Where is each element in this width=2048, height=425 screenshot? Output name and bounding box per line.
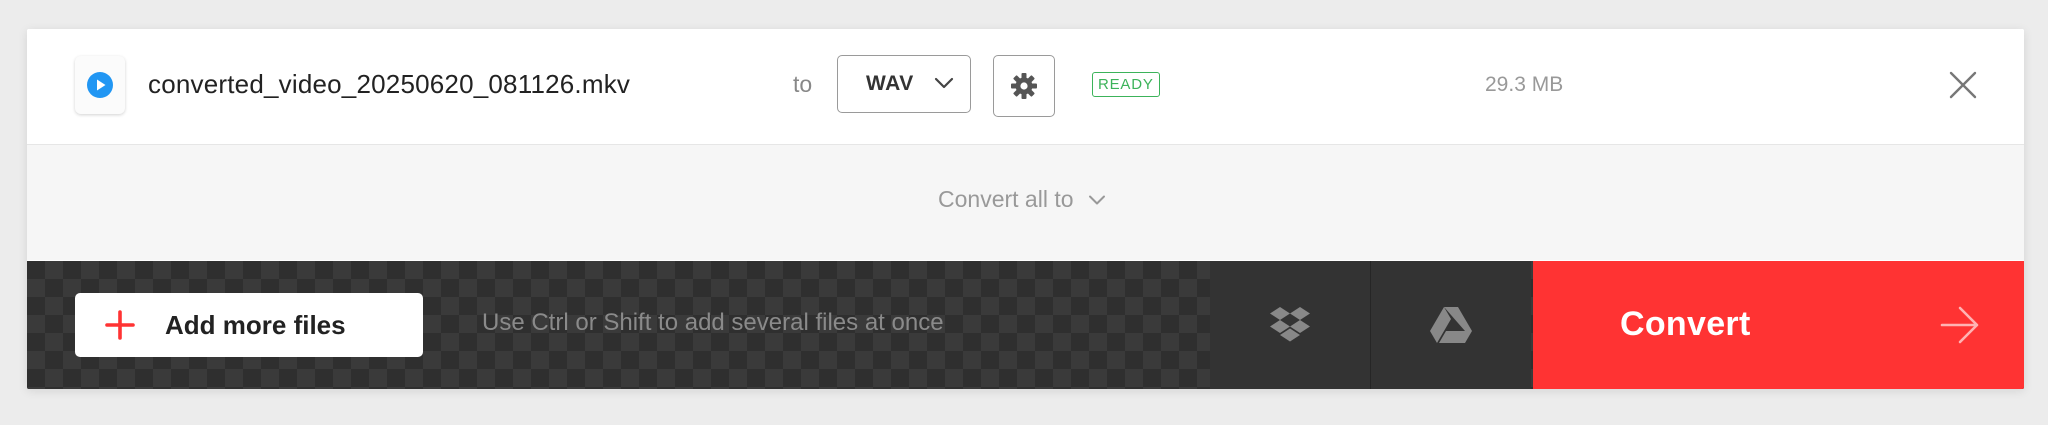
arrow-right-icon bbox=[1940, 306, 1979, 344]
convert-label: Convert bbox=[1620, 305, 1751, 343]
remove-file-button[interactable] bbox=[1947, 69, 1979, 101]
converter-panel: converted_video_20250620_081126.mkv to W… bbox=[27, 29, 2024, 389]
add-more-files-button[interactable]: Add more files bbox=[75, 293, 423, 357]
convert-all-dropdown[interactable]: Convert all to bbox=[938, 186, 1106, 213]
format-select[interactable]: WAV bbox=[837, 55, 971, 113]
settings-button[interactable] bbox=[993, 55, 1055, 117]
format-value: WAV bbox=[866, 72, 914, 95]
gear-icon bbox=[1011, 73, 1037, 99]
chevron-down-icon bbox=[934, 77, 954, 89]
convert-button[interactable]: Convert bbox=[1533, 261, 2024, 389]
file-row: converted_video_20250620_081126.mkv to W… bbox=[27, 29, 2024, 145]
add-more-files-label: Add more files bbox=[165, 309, 346, 340]
plus-icon bbox=[105, 310, 135, 340]
to-label: to bbox=[793, 71, 813, 97]
chevron-down-icon bbox=[1088, 195, 1105, 204]
hint-text: Use Ctrl or Shift to add several files a… bbox=[482, 309, 944, 336]
dropbox-icon bbox=[1270, 307, 1310, 342]
play-icon bbox=[87, 72, 113, 98]
file-name: converted_video_20250620_081126.mkv bbox=[148, 69, 631, 99]
status-badge: READY bbox=[1092, 72, 1160, 97]
close-icon bbox=[1949, 71, 1977, 99]
google-drive-button[interactable] bbox=[1371, 261, 1531, 389]
google-drive-icon bbox=[1430, 307, 1472, 343]
bottom-bar: Add more files Use Ctrl or Shift to add … bbox=[27, 261, 2024, 389]
convert-all-row: Convert all to bbox=[27, 145, 2024, 260]
file-size: 29.3 MB bbox=[1485, 73, 1564, 96]
dropbox-button[interactable] bbox=[1210, 261, 1371, 389]
file-type-icon bbox=[75, 56, 125, 114]
convert-all-label: Convert all to bbox=[938, 186, 1074, 212]
